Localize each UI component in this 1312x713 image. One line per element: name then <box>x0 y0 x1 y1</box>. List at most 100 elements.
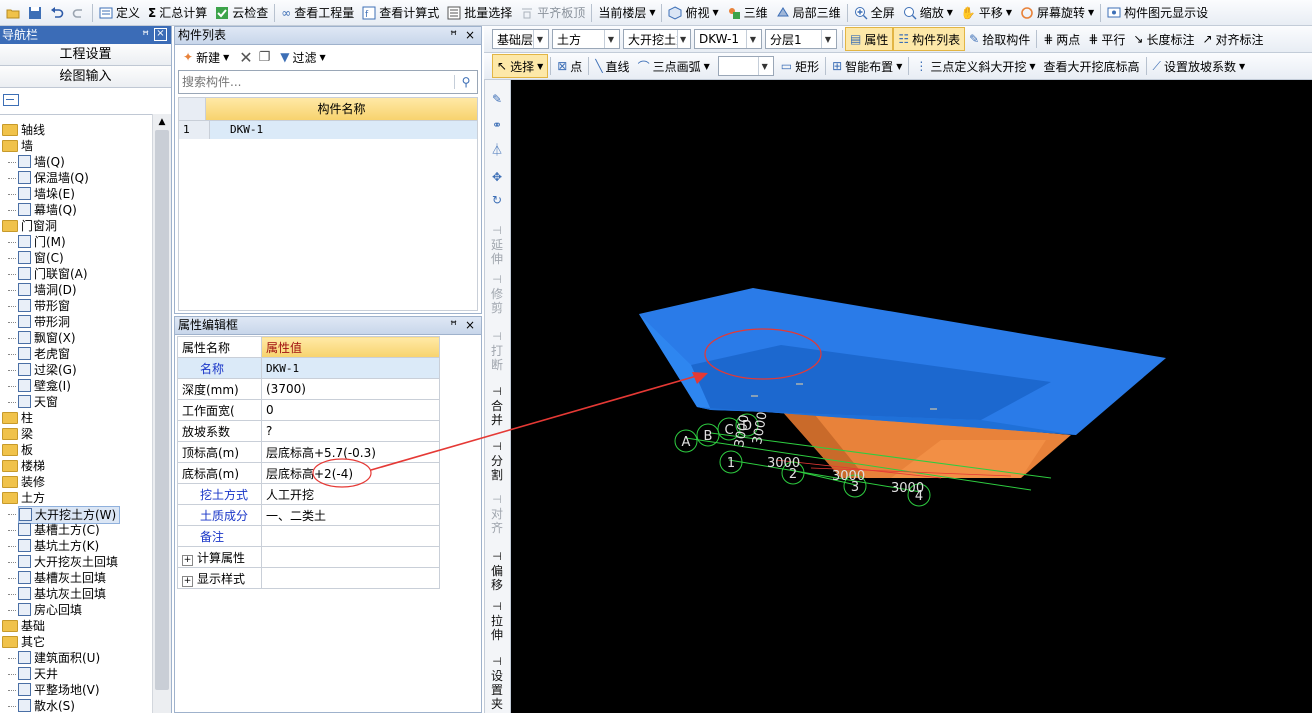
arc-tool-button[interactable]: ⌒ 三点画弧 ▼ <box>634 55 714 77</box>
tree-leaf-item[interactable]: 幕墙(Q) <box>18 202 77 218</box>
component-list-toggle-button[interactable]: ☷ 构件列表 <box>893 27 966 51</box>
tree-leaf-item[interactable]: 窗(C) <box>18 250 64 266</box>
tree-leaf-item[interactable]: 飘窗(X) <box>18 330 76 346</box>
copy-tool-icon[interactable]: ⚭ <box>484 118 510 132</box>
tree-leaf-item[interactable]: 建筑面积(U) <box>18 650 100 666</box>
slope-coef-button[interactable]: ⟋ 设置放坡系数 ▼ <box>1149 55 1250 77</box>
vtool-button[interactable]: ⊣ 设置夹 <box>484 655 510 711</box>
vtool-button[interactable]: ⊣ 延伸 <box>484 224 510 266</box>
save-button[interactable] <box>24 2 46 24</box>
component-name-header[interactable]: 构件名称 <box>206 98 477 120</box>
tree-leaf-item[interactable]: 墙洞(D) <box>18 282 77 298</box>
tree-leaf-item[interactable]: 天井 <box>18 666 58 682</box>
align-mark-button[interactable]: ↗ 对齐标注 <box>1198 28 1267 50</box>
tree-folder-item[interactable]: 板 <box>2 442 33 458</box>
property-value-cell[interactable]: (3700) <box>261 378 440 400</box>
tree-leaf-item[interactable]: 基槽土方(C) <box>18 522 100 538</box>
two-point-axis-button[interactable]: ⋕ 两点 <box>1039 28 1084 50</box>
tree-leaf-item[interactable]: 带形窗 <box>18 298 70 314</box>
new-component-button[interactable]: ✦ 新建 ▼ <box>179 46 233 68</box>
property-row[interactable]: 土质成分 一、二类土 <box>177 504 440 526</box>
pan-button[interactable]: ✋ 平移 ▼ <box>957 2 1016 24</box>
screen-rotate-button[interactable]: 屏幕旋转 ▼ <box>1016 2 1098 24</box>
tree-folder-item[interactable]: 其它 <box>2 634 45 650</box>
element-select[interactable]: DKW-1 ▼ <box>694 29 762 49</box>
parallel-axis-button[interactable]: ⋕ 平行 <box>1084 28 1129 50</box>
tree-leaf-item[interactable]: 基槽灰土回填 <box>18 570 106 586</box>
3d-view-button[interactable]: 三维 <box>723 2 772 24</box>
tree-folder-item[interactable]: 装修 <box>2 474 45 490</box>
property-value-cell[interactable]: 层底标高+2(-4) <box>261 462 440 484</box>
expand-icon[interactable]: + <box>182 575 193 587</box>
property-row[interactable]: 工作面宽(0 <box>177 399 440 421</box>
align-slab-top-button[interactable]: 平齐板顶 <box>516 2 589 24</box>
cloud-check-button[interactable]: 云检查 <box>211 2 272 24</box>
fullscreen-button[interactable]: 全屏 <box>850 2 899 24</box>
property-row[interactable]: 备注 <box>177 525 440 547</box>
tree-leaf-item[interactable]: 壁龛(I) <box>18 378 71 394</box>
copy-icon[interactable]: ❐ <box>259 50 271 65</box>
property-value-cell[interactable]: 0 <box>261 399 440 421</box>
top-view-button[interactable]: 俯视 ▼ <box>664 2 722 24</box>
tree-leaf-item[interactable]: 保温墙(Q) <box>18 170 89 186</box>
property-value-cell[interactable]: 人工开挖 <box>261 483 440 505</box>
vtool-button[interactable]: ⊣ 对齐 <box>484 493 510 535</box>
scroll-up-icon[interactable]: ▲ <box>153 114 171 130</box>
component-search-input[interactable] <box>179 72 454 92</box>
properties-toggle-button[interactable]: ▤ 属性 <box>845 27 894 51</box>
property-row[interactable]: 名称 DKW-1 <box>177 357 440 379</box>
vtool-button[interactable]: ⊣ 偏移 <box>484 550 510 592</box>
drawing-input-button[interactable]: 绘图输入 <box>0 66 171 88</box>
display-settings-button[interactable]: 构件图元显示设 <box>1103 2 1212 24</box>
point-tool-button[interactable]: ⊠ 点 <box>553 55 586 77</box>
project-settings-button[interactable]: 工程设置 <box>0 44 171 66</box>
line-tool-button[interactable]: ╲ 直线 <box>591 55 633 77</box>
tree-leaf-item[interactable]: 天窗 <box>18 394 58 410</box>
tree-leaf-item[interactable]: 散水(S) <box>18 698 75 713</box>
local-3d-button[interactable]: 局部三维 <box>772 2 845 24</box>
view-bottom-elevation-button[interactable]: 查看大开挖底标高 <box>1040 55 1144 77</box>
tree-leaf-item[interactable]: 过梁(G) <box>18 362 77 378</box>
expand-icon[interactable]: + <box>182 554 193 566</box>
redo-button[interactable] <box>68 2 90 24</box>
tree-leaf-item[interactable]: 门(M) <box>18 234 66 250</box>
layer-select[interactable]: 分层1 ▼ <box>765 29 837 49</box>
property-row[interactable]: 挖土方式 人工开挖 <box>177 483 440 505</box>
tree-folder-item[interactable]: 墙 <box>2 138 33 154</box>
tree-folder-item[interactable]: 柱 <box>2 410 33 426</box>
tree-leaf-item[interactable]: 大开挖灰土回填 <box>18 554 118 570</box>
tree-leaf-item[interactable]: 门联窗(A) <box>18 266 88 282</box>
pin-icon[interactable]: ꟸ <box>450 317 457 334</box>
filter-button[interactable]: ▼ 过滤 ▼ <box>276 46 329 68</box>
property-value-cell[interactable] <box>261 567 440 589</box>
tree-folder-item[interactable]: 门窗洞 <box>2 218 57 234</box>
undo-button[interactable] <box>46 2 68 24</box>
property-row[interactable]: + 显示样式 <box>177 567 440 589</box>
category-select[interactable]: 土方 ▼ <box>552 29 620 49</box>
tree-leaf-item[interactable]: 房心回填 <box>18 602 82 618</box>
rotate-tool-icon[interactable]: ↻ <box>484 193 510 207</box>
sum-calc-button[interactable]: Σ 汇总计算 <box>144 2 211 24</box>
property-row[interactable]: 底标高(m) 层底标高+2(-4) <box>177 462 440 484</box>
pin-icon[interactable]: ꟸ <box>142 26 149 44</box>
close-icon[interactable]: × <box>154 28 167 41</box>
tree-leaf-item[interactable]: 带形洞 <box>18 314 70 330</box>
delete-icon[interactable]: ✕ <box>239 48 252 67</box>
vtool-button[interactable]: ⊣ 修剪 <box>484 273 510 315</box>
rect-tool-button[interactable]: ▭ 矩形 <box>777 55 823 77</box>
vtool-button[interactable]: ⊣ 打断 <box>484 330 510 372</box>
vtool-button[interactable]: ⊣ 分割 <box>484 440 510 482</box>
property-row[interactable]: 放坡系数? <box>177 420 440 442</box>
tree-leaf-item[interactable]: 基坑灰土回填 <box>18 586 106 602</box>
type-select[interactable]: 大开挖土方▼ <box>623 29 691 49</box>
current-floor-button[interactable]: 当前楼层 ▼ <box>594 2 659 24</box>
pin-icon[interactable]: ꟸ <box>450 27 457 44</box>
search-icon[interactable]: ⚲ <box>454 75 477 89</box>
define-button[interactable]: 定义 <box>95 2 144 24</box>
tree-folder-item[interactable]: 土方 <box>2 490 45 506</box>
property-row[interactable]: 顶标高(m) 层底标高+5.7(-0.3) <box>177 441 440 463</box>
vtool-button[interactable]: ⊣ 合并 <box>484 385 510 427</box>
three-point-slope-button[interactable]: ⋮ 三点定义斜大开挖 ▼ <box>911 55 1039 77</box>
property-row[interactable]: + 计算属性 <box>177 546 440 568</box>
property-value-cell[interactable]: 一、二类土 <box>261 504 440 526</box>
